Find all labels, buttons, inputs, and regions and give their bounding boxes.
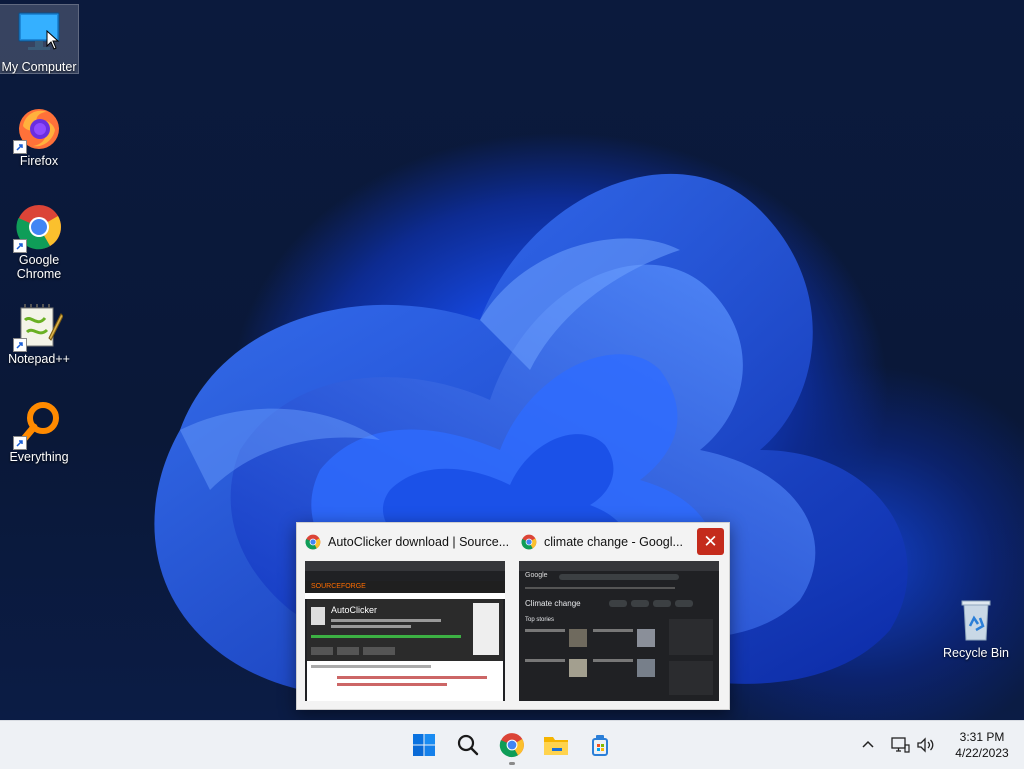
app-icon (592, 735, 608, 756)
desktop-icon-label: Recycle Bin (943, 646, 1009, 660)
preview-heading: AutoClicker (331, 605, 378, 615)
desktop-icon-firefox[interactable]: Firefox (0, 104, 78, 168)
file-explorer-icon (544, 737, 568, 755)
preview-section: Top stories (525, 617, 555, 623)
search-icon (457, 734, 479, 756)
network-button[interactable] (890, 721, 910, 769)
chrome-icon (305, 534, 321, 550)
volume-button[interactable] (916, 721, 936, 769)
chrome-window-thumbnails: AutoClicker download | Source... SOURCEF… (296, 522, 730, 710)
firefox-icon (13, 104, 63, 154)
monitor-icon (15, 10, 63, 58)
desktop-icon-google-chrome[interactable]: Google Chrome (0, 203, 78, 281)
thumbnail-preview: SOURCEFORGE AutoClicker (305, 561, 505, 701)
tray-overflow-button[interactable] (860, 721, 876, 769)
thumbnail-autoclicker[interactable]: AutoClicker download | Source... SOURCEF… (297, 523, 513, 709)
taskbar: 3:31 PM 4/22/2023 (0, 720, 1024, 769)
shortcut-arrow-icon (13, 436, 27, 450)
desktop: My Computer Firefox Google Chrome Notepa… (0, 0, 1024, 720)
desktop-icon-everything[interactable]: Everything (0, 400, 78, 464)
thumbnail-title: climate change - Googl... (544, 535, 683, 549)
running-indicator (509, 762, 515, 765)
taskbar-app-button[interactable] (584, 729, 616, 761)
close-icon: ✕ (703, 532, 718, 551)
desktop-icon-label: Firefox (19, 154, 59, 168)
chrome-icon (499, 733, 524, 758)
chrome-icon (13, 203, 63, 253)
shortcut-arrow-icon (13, 140, 27, 154)
thumbnail-preview: Google Climate change Top stories (519, 561, 719, 701)
everything-search-icon (13, 400, 63, 450)
start-icon (413, 734, 435, 756)
chrome-icon (521, 534, 537, 550)
desktop-icon-label: Notepad++ (8, 352, 70, 366)
mouse-cursor-icon (46, 30, 60, 50)
thumbnail-title: AutoClicker download | Source... (328, 535, 510, 549)
desktop-icon-recycle-bin[interactable]: Recycle Bin (938, 596, 1014, 660)
thumbnail-close-button[interactable]: ✕ (697, 528, 724, 555)
desktop-icon-label: Everything (9, 450, 69, 464)
chevron-up-icon (862, 740, 874, 748)
taskbar-clock[interactable]: 3:31 PM 4/22/2023 (944, 729, 1020, 761)
taskbar-search-button[interactable] (452, 729, 484, 761)
recycle-bin-icon (952, 596, 1000, 644)
desktop-icon-notepadpp[interactable]: Notepad++ (0, 302, 78, 366)
shortcut-arrow-icon (13, 239, 27, 253)
desktop-icon-label: Google Chrome (16, 253, 62, 281)
preview-heading: Climate change (525, 599, 581, 608)
clock-time: 3:31 PM (959, 730, 1005, 744)
taskbar-file-explorer-button[interactable] (540, 729, 572, 761)
start-button[interactable] (408, 729, 440, 761)
shortcut-arrow-icon (13, 338, 27, 352)
preview-site-name: SOURCEFORGE (311, 583, 366, 590)
network-icon (891, 737, 910, 753)
taskbar-chrome-button[interactable] (496, 729, 528, 765)
thumbnail-climate-change[interactable]: climate change - Googl... Google Climate… (513, 523, 729, 709)
desktop-icon-label: My Computer (1, 60, 77, 74)
clock-date: 4/22/2023 (955, 746, 1009, 760)
volume-icon (917, 737, 934, 753)
notepadpp-icon (13, 302, 64, 352)
desktop-icon-my-computer[interactable]: My Computer (0, 4, 79, 74)
preview-site-name: Google (525, 572, 548, 579)
